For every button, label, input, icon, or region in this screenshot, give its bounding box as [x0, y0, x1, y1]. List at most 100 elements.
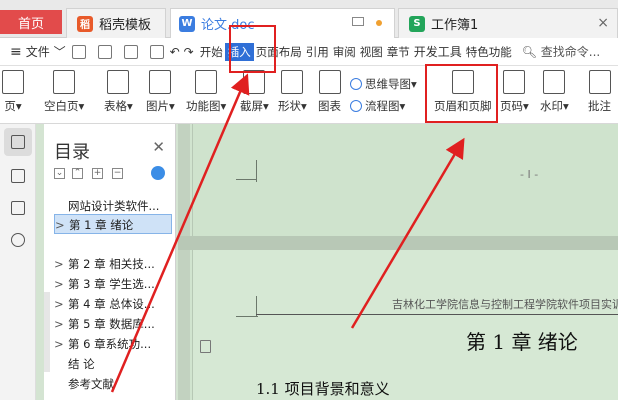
save-icon[interactable]	[71, 44, 86, 59]
flowchart-icon	[350, 100, 362, 112]
page-header-text[interactable]: 吉林化工学院信息与控制工程学院软件项目实训	[392, 296, 618, 312]
chart-label: 图表	[318, 99, 341, 113]
sync-icon[interactable]	[151, 166, 165, 180]
watermark-icon	[543, 70, 566, 94]
tab-document[interactable]: W 论文.doc	[170, 8, 395, 38]
function-chart-button[interactable]: 功能图▾	[186, 70, 226, 114]
close-icon[interactable]: ✕	[152, 138, 165, 156]
insert-ribbon: 页▾ 空白页▾ 表格▾ 图片▾ 功能图▾ 截屏▾ 形状▾ 图表 思维导图▾ 流程…	[0, 66, 618, 124]
function-chart-icon	[195, 70, 218, 94]
print-preview-icon[interactable]	[149, 44, 164, 59]
menu-file[interactable]: 文件 ﹀	[26, 38, 66, 66]
chevron-right-icon[interactable]: >	[54, 294, 68, 314]
table-label: 表格▾	[104, 99, 133, 113]
toc-item-label: 第 6 章系统功...	[68, 337, 152, 351]
chart-icon	[318, 70, 341, 94]
flowchart-button[interactable]: 流程图▾	[350, 98, 405, 114]
tab-template-label: 稻壳模板	[99, 18, 152, 33]
chart-button[interactable]: 图表	[318, 70, 341, 114]
close-icon[interactable]: ×	[597, 15, 609, 31]
picture-icon	[149, 70, 172, 94]
chevron-right-icon[interactable]: >	[54, 334, 68, 354]
bookmark-icon	[11, 201, 25, 215]
table-icon	[107, 70, 130, 94]
toc-item[interactable]: 结 论	[54, 354, 172, 374]
pages-icon	[11, 169, 25, 183]
picture-button[interactable]: 图片▾	[146, 70, 175, 114]
toc-item[interactable]: > 第 5 章 数据库...	[54, 314, 172, 334]
monitor-icon[interactable]	[352, 17, 364, 26]
cover-page-label: 页▾	[4, 99, 22, 113]
toc-item-label: 第 3 章 学生选...	[68, 277, 155, 291]
header-footer-label: 页眉和页脚	[434, 99, 492, 113]
menu-tab-developer[interactable]: 开发工具	[412, 38, 464, 66]
menu-tab-review[interactable]: 审阅	[331, 38, 358, 66]
menu-tab-features[interactable]: 特色功能	[464, 38, 514, 66]
chevron-right-icon[interactable]: >	[55, 215, 69, 233]
tab-home-label: 首页	[17, 16, 44, 32]
shape-icon	[281, 70, 304, 94]
hamburger-icon[interactable]: ≡	[10, 38, 22, 66]
chevron-right-icon[interactable]: >	[54, 314, 68, 334]
undo-icon[interactable]: ↶	[170, 38, 180, 66]
comment-label: 批注	[588, 99, 611, 113]
unsaved-dot-icon	[376, 20, 382, 26]
mindmap-button[interactable]: 思维导图▾	[350, 76, 417, 92]
tab-workbook[interactable]: S 工作簿1 ×	[398, 8, 618, 38]
print-icon[interactable]	[123, 44, 138, 59]
collapse-level-icon[interactable]: ⌃	[72, 168, 83, 179]
watermark-button[interactable]: 水印▾	[540, 70, 569, 114]
header-footer-icon	[451, 70, 474, 94]
menu-tab-page-layout[interactable]: 页面布局	[254, 38, 304, 66]
page-options-icon[interactable]	[200, 340, 211, 353]
bookmark-toggle-button[interactable]	[4, 194, 32, 222]
chevron-right-icon[interactable]: >	[54, 274, 68, 294]
comment-button[interactable]: 批注	[588, 70, 611, 114]
toc-scrollbar[interactable]	[44, 292, 50, 372]
tab-bar: 首页 稻 稻壳模板 W 论文.doc S 工作簿1 ×	[0, 0, 618, 38]
screenshot-button[interactable]: 截屏▾	[240, 70, 269, 114]
cover-page-button[interactable]: 页▾	[2, 70, 24, 114]
chapter-heading[interactable]: 第 1 章 绪论	[466, 326, 578, 355]
collapse-all-icon[interactable]: −	[112, 168, 123, 179]
toc-item-selected[interactable]: > 第 1 章 绪论	[54, 214, 172, 234]
menu-tab-insert[interactable]: 插入	[224, 42, 254, 61]
header-footer-button[interactable]: 页眉和页脚	[434, 70, 492, 114]
command-search[interactable]: 🔍︎ 查找命令...	[522, 38, 601, 66]
tab-docer-template[interactable]: 稻 稻壳模板	[66, 8, 166, 38]
picture-label: 图片▾	[146, 99, 175, 113]
menu-tab-references[interactable]: 引用	[304, 38, 331, 66]
blank-page-button[interactable]: 空白页▾	[44, 70, 84, 114]
toc-item[interactable]: > 第 6 章系统功...	[54, 334, 172, 354]
find-toggle-button[interactable]	[4, 226, 32, 254]
toc-item[interactable]: 参考文献	[54, 374, 172, 394]
redo-icon[interactable]: ↷	[184, 38, 194, 66]
menu-tab-start[interactable]: 开始	[198, 38, 225, 66]
export-pdf-icon[interactable]	[97, 44, 112, 59]
toc-item[interactable]: > 第 2 章 相关技...	[54, 254, 172, 274]
toc-item[interactable]: 网站设计类软件...	[54, 196, 172, 216]
expand-level-icon[interactable]: ⌄	[54, 168, 65, 179]
document-gutter	[178, 124, 190, 400]
expand-all-icon[interactable]: +	[92, 168, 103, 179]
tab-home[interactable]: 首页	[0, 10, 62, 34]
toc-item[interactable]: > 第 3 章 学生选...	[54, 274, 172, 294]
toc-toggle-button[interactable]	[4, 128, 32, 156]
toc-item-label: 第 2 章 相关技...	[68, 257, 155, 271]
pages-toggle-button[interactable]	[4, 162, 32, 190]
section-heading[interactable]: 1.1 项目背景和意义	[256, 378, 390, 399]
shape-button[interactable]: 形状▾	[278, 70, 307, 114]
crop-mark	[256, 296, 276, 316]
tab-workbook-label: 工作簿1	[431, 18, 479, 33]
docer-logo-icon: 稻	[77, 15, 93, 32]
toc-item[interactable]: > 第 4 章 总体设...	[54, 294, 172, 314]
page-number-icon	[503, 70, 526, 94]
table-button[interactable]: 表格▾	[104, 70, 133, 114]
page-number-button[interactable]: 页码▾	[500, 70, 529, 114]
toc-item-label: 第 4 章 总体设...	[68, 297, 155, 311]
chevron-right-icon[interactable]: >	[54, 254, 68, 274]
menu-tab-view[interactable]: 视图	[358, 38, 385, 66]
search-icon	[11, 233, 25, 247]
menu-tab-chapter[interactable]: 章节	[385, 38, 412, 66]
text-cursor-mark: - I -	[520, 168, 539, 181]
